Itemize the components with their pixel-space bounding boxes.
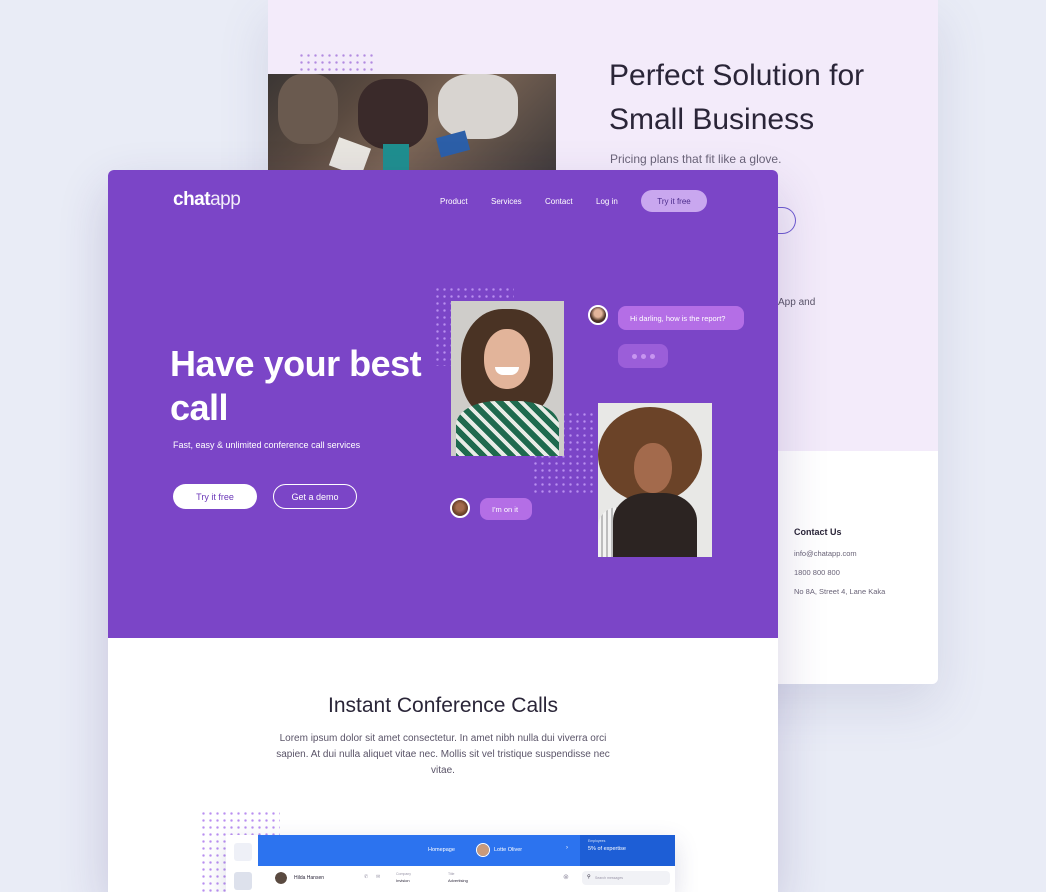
chevron-right-icon[interactable]: › (566, 845, 568, 851)
get-demo-button[interactable]: Get a demo (273, 484, 357, 509)
avatar (274, 871, 288, 885)
nav-services[interactable]: Services (491, 197, 522, 206)
logo-part-chat: chat (173, 189, 211, 210)
contact-title: Contact Us (794, 527, 842, 537)
nav-contact[interactable]: Contact (545, 197, 573, 206)
col-title-label: Title (448, 872, 455, 876)
back-text-fragment: App and (778, 297, 816, 308)
search-placeholder: Search messages (595, 876, 624, 880)
contact-address: No 8A, Street 4, Lane Kaka (794, 587, 886, 596)
decorative-dots (298, 52, 374, 72)
chat-bubble-reply: I'm on it (480, 498, 532, 520)
logo[interactable]: chatapp (173, 189, 241, 211)
typing-indicator (618, 344, 668, 368)
hero-title: Have your best call (170, 343, 422, 428)
metric-label: Employees (588, 839, 606, 843)
landing-page-preview: chatapp Product Services Contact Log in … (108, 170, 778, 892)
dashboard-preview: Homepage Lotte Oliver › Employees 5% of … (226, 835, 675, 892)
nav-product[interactable]: Product (440, 197, 468, 206)
logo-part-app: app (210, 189, 241, 210)
close-icon[interactable]: ⊗ (563, 873, 569, 881)
table-row[interactable]: Hilda Hansen ✆ ✉ Company Invision Title … (258, 866, 675, 892)
search-input[interactable]: ⚲ Search messages (582, 871, 670, 885)
row-name: Hilda Hansen (294, 875, 325, 881)
dashboard-sidebar (226, 835, 258, 892)
woman-photo (451, 301, 564, 456)
back-page-title: Perfect Solution for Small Business (609, 59, 865, 136)
phone-icon[interactable]: ✆ (364, 874, 368, 880)
mail-icon[interactable]: ✉ (376, 874, 380, 880)
avatar (588, 305, 608, 325)
avatar (450, 498, 470, 518)
contact-phone: 1800 800 800 (794, 568, 840, 577)
avatar (476, 843, 490, 857)
hero-subtitle: Fast, easy & unlimited conference call s… (173, 440, 361, 450)
nav-try-free-button[interactable]: Try it free (641, 190, 707, 212)
section-text: Lorem ipsum dolor sit amet consectetur. … (276, 733, 610, 776)
team-photo (268, 74, 556, 174)
dashboard-nav-homepage[interactable]: Homepage (428, 847, 455, 853)
try-free-button[interactable]: Try it free (173, 484, 257, 509)
section-title: Instant Conference Calls (328, 694, 558, 717)
briefcase-icon[interactable] (234, 872, 252, 890)
nav-login[interactable]: Log in (596, 197, 618, 206)
col-company-value: Invision (396, 878, 410, 883)
dashboard-user-name[interactable]: Lotte Oliver (494, 847, 522, 853)
col-title-value: Advertising (448, 878, 468, 883)
chat-bubble-incoming: Hi darling, how is the report? (618, 306, 744, 330)
dashboard-metric-panel: Employees 5% of expertise (580, 835, 675, 866)
dashboard-header: Homepage Lotte Oliver › Employees 5% of … (258, 835, 675, 866)
woman-curly-hair-photo (598, 403, 712, 557)
hero-section: chatapp Product Services Contact Log in … (108, 170, 778, 638)
user-icon[interactable] (234, 843, 252, 861)
contact-email[interactable]: info@chatapp.com (794, 549, 857, 558)
col-company-label: Company (396, 872, 411, 876)
metric-value: 5% of expertise (588, 846, 626, 852)
back-page-subtitle: Pricing plans that fit like a glove. (610, 152, 782, 166)
search-icon: ⚲ (587, 874, 591, 880)
